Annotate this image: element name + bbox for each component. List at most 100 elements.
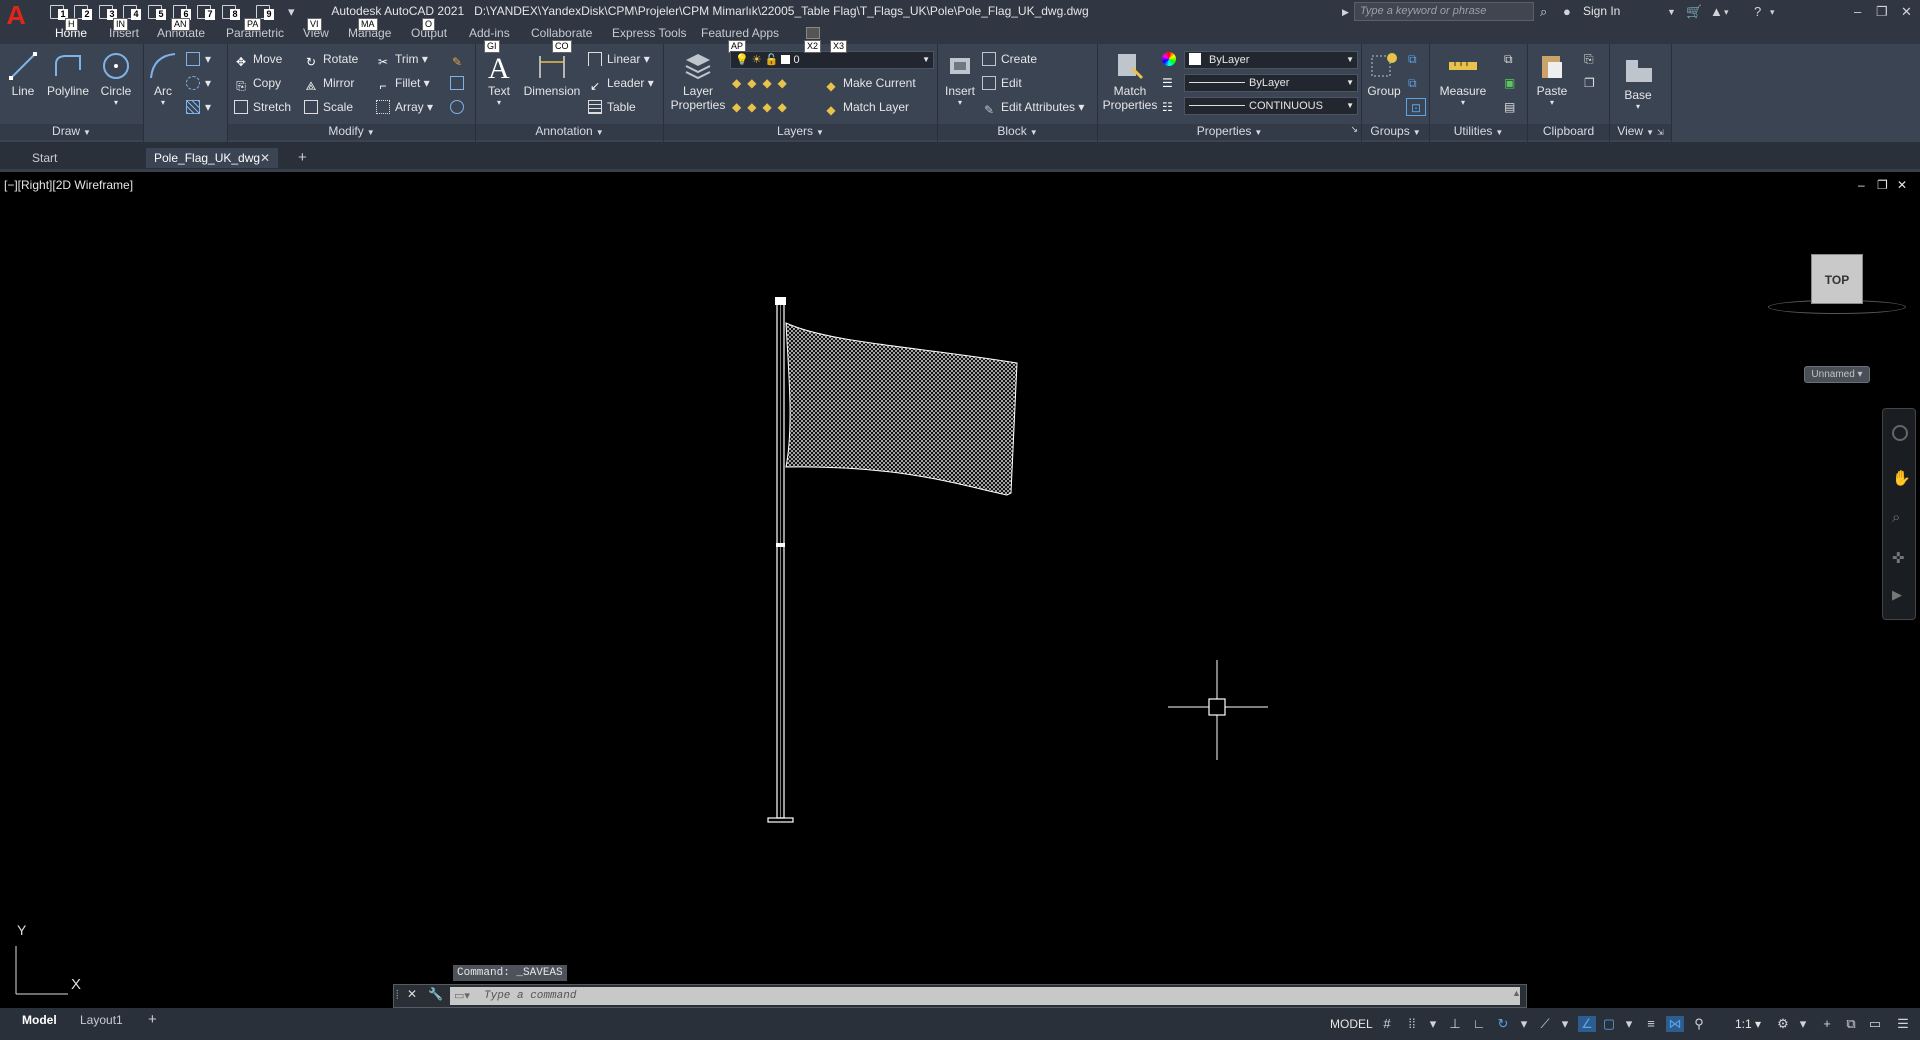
calculator-icon[interactable]: ▤	[1504, 98, 1515, 116]
workspace-gear-icon[interactable]: ⚙	[1774, 1016, 1792, 1032]
hatch-button[interactable]: ▾	[186, 74, 211, 92]
stretch-button[interactable]: Stretch	[234, 98, 291, 116]
object-snap-dropdown-icon[interactable]: ▾	[1620, 1016, 1638, 1032]
viewcube-top-face[interactable]: TOP	[1811, 254, 1863, 304]
group-button[interactable]: Group	[1366, 50, 1402, 98]
edit-attributes-button[interactable]: ✎ Edit Attributes ▾	[982, 98, 1084, 117]
recent-commands-icon[interactable]: ▭▾	[454, 989, 470, 1002]
offset-button[interactable]	[450, 98, 469, 116]
properties-launcher-icon[interactable]: ↘	[1350, 124, 1358, 135]
tab-featured-apps[interactable]: Featured Apps	[701, 26, 779, 40]
layers-panel-title[interactable]: Layers ▼	[664, 124, 937, 140]
command-grip-icon[interactable]: ⦙	[396, 988, 399, 1003]
help-dropdown-icon[interactable]: ▾	[1770, 3, 1775, 21]
new-tab-plus-icon[interactable]: +	[290, 148, 315, 168]
scale-button[interactable]: Scale	[304, 98, 353, 116]
color-dropdown[interactable]: ByLayer ▼	[1184, 51, 1358, 69]
command-close-icon[interactable]: ✕	[407, 987, 417, 1001]
steering-wheel-icon[interactable]	[1892, 425, 1908, 441]
tab-insert[interactable]: Insert IN	[109, 18, 139, 40]
command-history-toggle-icon[interactable]: ▲	[1512, 988, 1521, 998]
close-tab-icon[interactable]: ✕	[260, 148, 270, 168]
layer-tools-row-1[interactable]: ◆◆◆◆	[732, 74, 793, 92]
grid-icon[interactable]: #	[1378, 1016, 1396, 1032]
command-input[interactable]: Type a command	[450, 987, 1520, 1005]
isometric-icon[interactable]: ⟋	[1536, 1016, 1554, 1032]
lineweight-dropdown[interactable]: ByLayer ▼	[1184, 74, 1358, 92]
clipboard-panel-title[interactable]: Clipboard	[1528, 124, 1609, 140]
text-button[interactable]: A Text ▾	[482, 50, 516, 107]
object-snap-tracking-icon[interactable]: ∠	[1578, 1016, 1596, 1032]
ungroup-icon[interactable]: ⧉	[1408, 50, 1417, 68]
sign-in-dropdown-icon[interactable]: ▼	[1667, 3, 1676, 21]
paste-dropdown-icon[interactable]: ▾	[1532, 98, 1572, 107]
command-customize-icon[interactable]: 🔧	[428, 987, 443, 1001]
arc-dropdown-icon[interactable]: ▾	[146, 98, 180, 107]
layer-tools-row-2[interactable]: ◆◆◆◆	[732, 98, 793, 116]
ucs-menu[interactable]: Unnamed ▾	[1804, 366, 1870, 383]
pan-icon[interactable]: ✋	[1892, 469, 1911, 487]
close-icon[interactable]: ✕	[1901, 3, 1912, 21]
tab-parametric[interactable]: Parametric PA	[226, 18, 284, 40]
lineweight-toggle-icon[interactable]: ≡	[1642, 1016, 1660, 1032]
copy-clip-2-icon[interactable]: ❐	[1584, 74, 1595, 92]
viewport-restore-icon[interactable]: ❐	[1877, 178, 1888, 192]
object-snap-icon[interactable]: ▢	[1600, 1016, 1618, 1032]
paste-button[interactable]: Paste ▾	[1532, 50, 1572, 107]
create-block-button[interactable]: Create	[982, 50, 1037, 68]
explode-button[interactable]	[450, 74, 469, 92]
view-panel-title[interactable]: View ▼ ⇲	[1610, 124, 1671, 140]
viewport-minimize-icon[interactable]: –	[1858, 178, 1865, 192]
linear-button[interactable]: Linear ▾	[588, 50, 650, 68]
layer-dropdown[interactable]: 💡 ☀ 🔓 0 ▼	[730, 51, 934, 69]
table-button[interactable]: Table	[588, 98, 636, 116]
erase-button[interactable]: ✎	[450, 50, 469, 69]
annotation-visibility-icon[interactable]: ⚲	[1690, 1016, 1708, 1032]
dimension-button[interactable]: Dimension	[522, 50, 582, 98]
layer-properties-button[interactable]: Layer Properties	[670, 50, 726, 112]
circle-button[interactable]: Circle ▾	[96, 50, 136, 107]
annotation-scale[interactable]: 1:1 ▾	[1735, 1017, 1761, 1031]
circle-dropdown-icon[interactable]: ▾	[96, 98, 136, 107]
match-layer-button[interactable]: ◆ Match Layer	[824, 98, 909, 117]
zoom-extents-icon[interactable]: ⌕	[1892, 509, 1900, 526]
tab-annotate[interactable]: Annotate AN	[157, 18, 205, 40]
tab-view[interactable]: View VI	[303, 18, 329, 40]
draw-panel-title[interactable]: Draw ▼	[0, 124, 143, 140]
model-tab[interactable]: Model	[14, 1010, 65, 1030]
annotation-panel-title[interactable]: Annotation ▼	[476, 124, 663, 140]
trim-button[interactable]: ✂ Trim ▾	[376, 50, 428, 69]
fillet-button[interactable]: ⌐ Fillet ▾	[376, 74, 429, 93]
tab-overflow-icon[interactable]	[806, 27, 820, 39]
base-dropdown-icon[interactable]: ▾	[1618, 102, 1658, 111]
workspace-dropdown-icon[interactable]: ▾	[1794, 1016, 1812, 1032]
flag-pole-drawing[interactable]	[760, 295, 1040, 830]
tab-home[interactable]: Home H	[55, 18, 87, 40]
hatch-button-2[interactable]: ▾	[186, 98, 211, 116]
edit-block-button[interactable]: Edit	[982, 74, 1022, 92]
modify-panel-title[interactable]: Modify ▼	[228, 124, 475, 140]
layout1-tab[interactable]: Layout1	[72, 1010, 131, 1030]
polyline-button[interactable]: Polyline	[44, 50, 92, 98]
measure-dropdown-icon[interactable]: ▾	[1434, 98, 1492, 107]
customization-menu-icon[interactable]: ☰	[1894, 1016, 1912, 1032]
add-layout-plus-icon[interactable]: +	[140, 1010, 165, 1030]
properties-panel-title[interactable]: Properties ▼ ↘	[1098, 124, 1361, 140]
array-button[interactable]: Array ▾	[376, 98, 433, 116]
clean-screen-icon[interactable]: ▭	[1866, 1016, 1884, 1032]
tab-express-tools[interactable]: Express Tools	[612, 26, 686, 40]
viewport-close-icon[interactable]: ✕	[1897, 178, 1907, 192]
copy-button[interactable]: ⎘ Copy	[234, 74, 281, 93]
file-tab-start[interactable]: Start	[24, 148, 144, 168]
utilities-panel-title[interactable]: Utilities ▼	[1430, 124, 1527, 140]
annotation-monitor-icon[interactable]: +	[1818, 1016, 1836, 1032]
user-icon[interactable]: ●	[1563, 3, 1571, 21]
infer-constraints-icon[interactable]: ⊥	[1446, 1016, 1464, 1032]
search-expand-icon[interactable]: ▶	[1342, 3, 1349, 21]
match-properties-button[interactable]: Match Properties	[1102, 50, 1158, 112]
leader-button[interactable]: ↙ Leader ▾	[588, 74, 654, 93]
file-tab-pole-flag[interactable]: Pole_Flag_UK_dwg ✕	[146, 148, 278, 168]
quick-select-icon[interactable]: ⧉	[1504, 50, 1513, 68]
base-view-button[interactable]: Base ▾	[1618, 54, 1658, 111]
tab-collaborate[interactable]: Collaborate	[531, 26, 592, 40]
